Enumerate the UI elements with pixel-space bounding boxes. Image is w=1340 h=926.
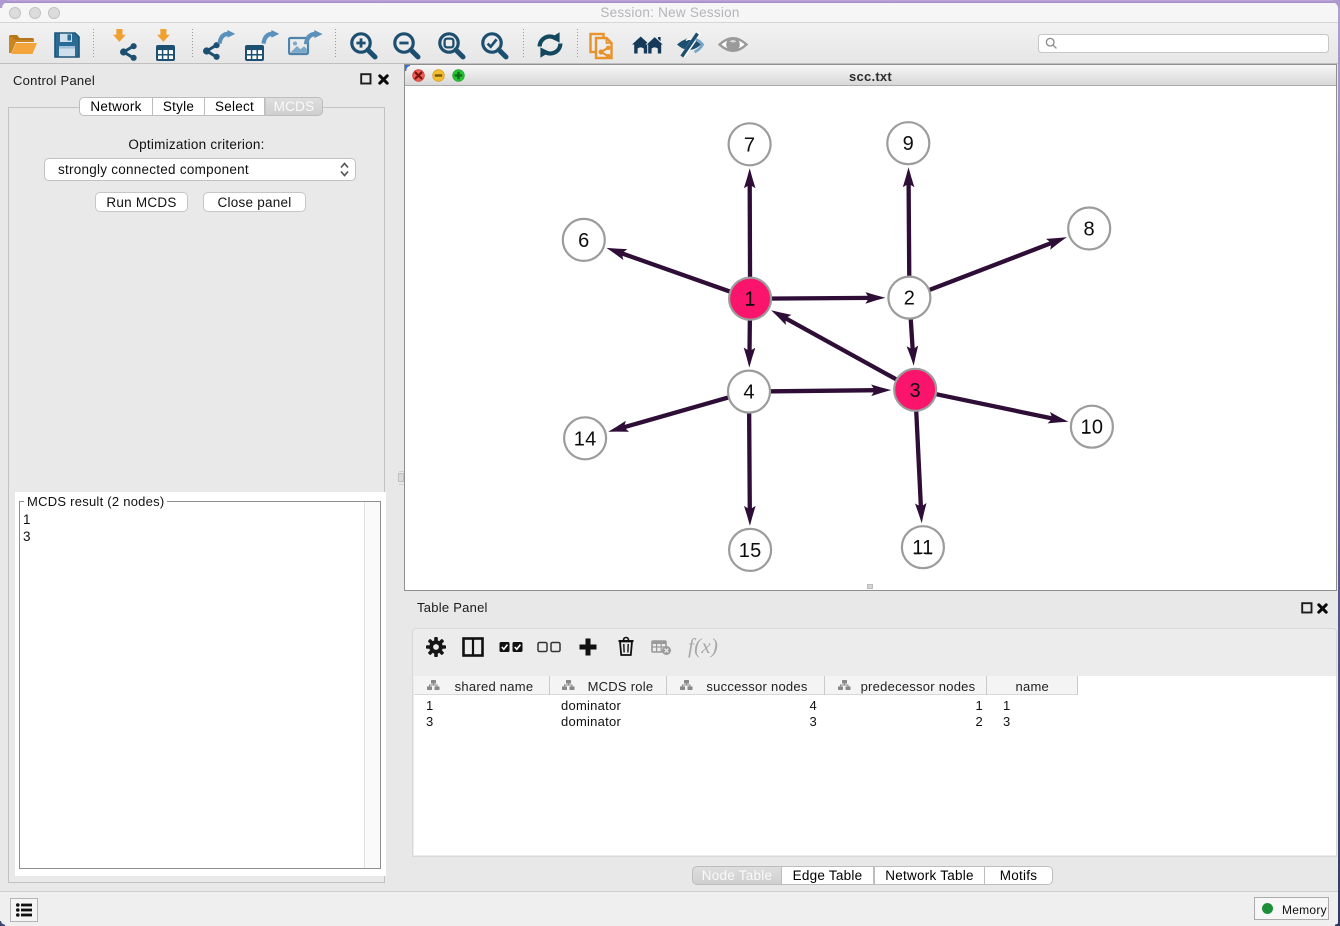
- svg-text:4: 4: [743, 382, 754, 404]
- svg-text:10: 10: [1081, 417, 1104, 439]
- svg-text:7: 7: [744, 134, 755, 156]
- svg-text:14: 14: [574, 428, 597, 450]
- svg-text:6: 6: [578, 230, 589, 252]
- svg-text:1: 1: [744, 289, 755, 311]
- svg-text:15: 15: [739, 540, 762, 562]
- svg-text:3: 3: [910, 380, 921, 402]
- svg-text:9: 9: [903, 133, 914, 155]
- svg-text:11: 11: [912, 537, 933, 559]
- svg-text:2: 2: [904, 288, 915, 310]
- svg-text:8: 8: [1084, 219, 1095, 241]
